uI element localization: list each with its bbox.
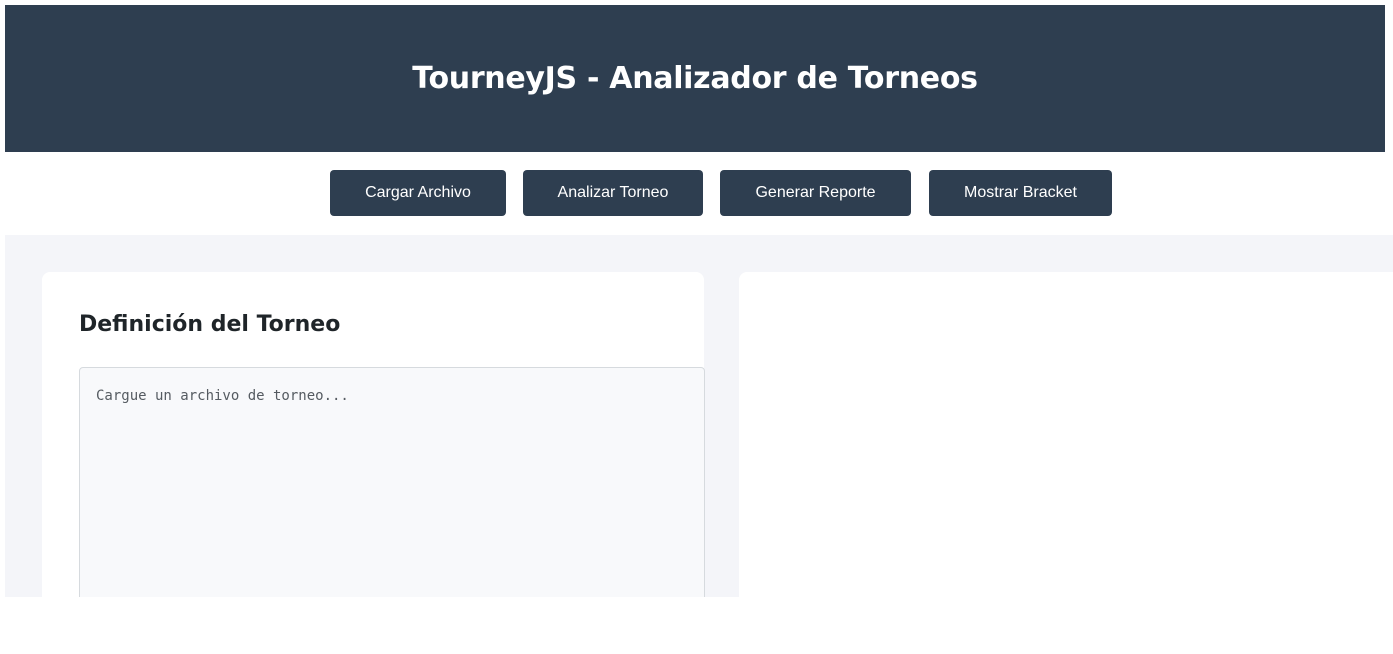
load-file-button[interactable]: Cargar Archivo: [330, 170, 506, 216]
analyze-tournament-button[interactable]: Analizar Torneo: [523, 170, 703, 216]
action-toolbar: Cargar Archivo Analizar Torneo Generar R…: [5, 152, 1393, 235]
results-panel: [739, 272, 1393, 597]
show-bracket-button[interactable]: Mostrar Bracket: [929, 170, 1112, 216]
app-viewport: TourneyJS - Analizador de Torneos Cargar…: [5, 5, 1393, 597]
main-content: Definición del Torneo: [5, 235, 1393, 597]
app-title: TourneyJS - Analizador de Torneos: [412, 61, 978, 96]
app-header: TourneyJS - Analizador de Torneos: [5, 5, 1385, 152]
generate-report-button[interactable]: Generar Reporte: [720, 170, 911, 216]
tournament-definition-card: Definición del Torneo: [42, 272, 705, 597]
tournament-definition-editor[interactable]: [79, 367, 705, 597]
tournament-definition-title: Definición del Torneo: [79, 312, 341, 337]
